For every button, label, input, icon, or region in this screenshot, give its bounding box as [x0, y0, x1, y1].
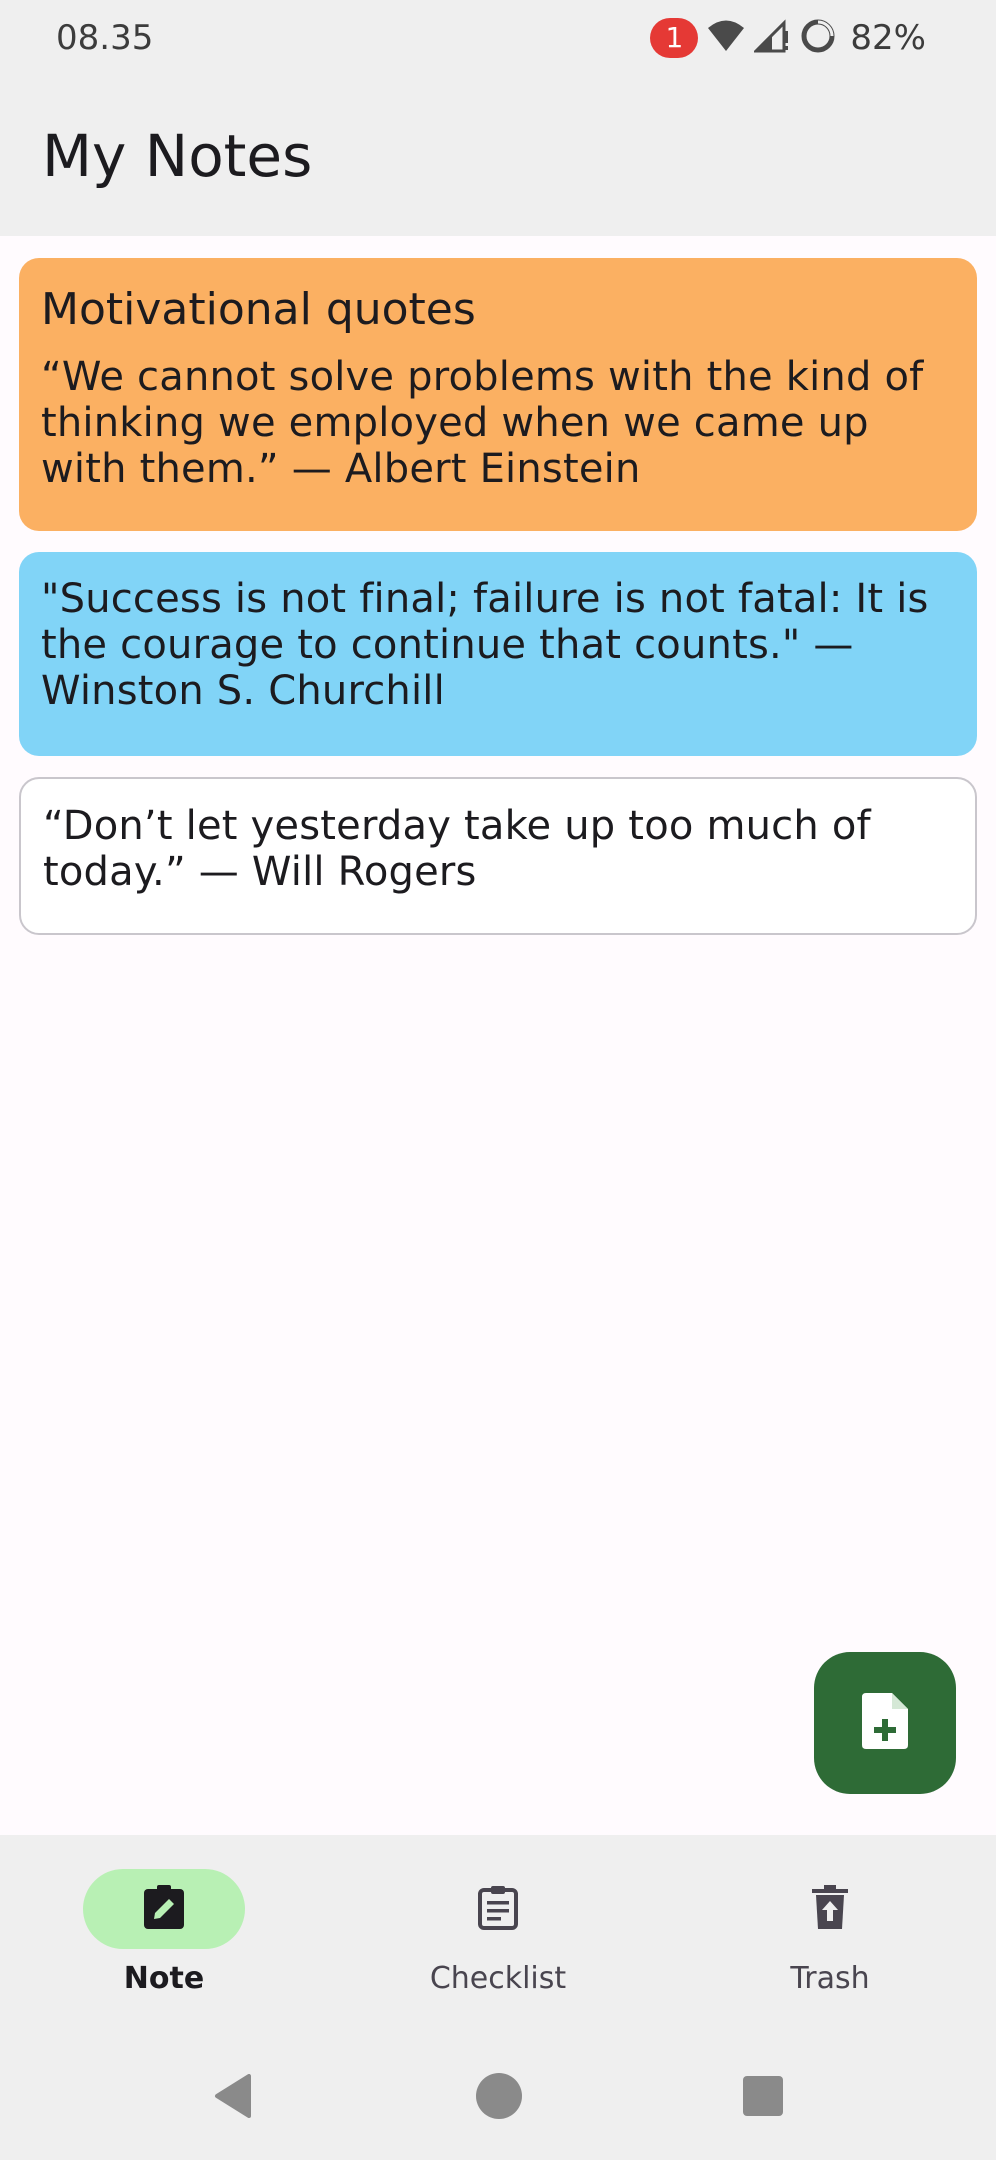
recents-button[interactable] — [738, 2073, 788, 2123]
notification-badge: 1 — [650, 18, 699, 58]
nav-label-trash: Trash — [790, 1961, 870, 1996]
note-card[interactable]: Motivational quotes “We cannot solve pro… — [19, 258, 977, 531]
nav-item-note[interactable]: Note — [44, 1869, 284, 2009]
edit-note-icon — [140, 1883, 188, 1935]
back-button[interactable] — [208, 2073, 258, 2123]
add-note-icon — [862, 1693, 908, 1753]
nav-item-checklist[interactable]: Checklist — [378, 1869, 618, 2009]
home-button[interactable] — [474, 2073, 524, 2123]
wifi-icon — [706, 19, 746, 57]
nav-label-note: Note — [123, 1961, 205, 1996]
bottom-navigation: Note Checklist Trash — [0, 1835, 996, 2035]
note-title: Motivational quotes — [41, 284, 476, 335]
checklist-icon — [474, 1883, 522, 1935]
home-icon — [475, 2072, 523, 2124]
note-body: “We cannot solve problems with the kind … — [41, 354, 924, 492]
note-card[interactable]: "Success is not final; failure is not fa… — [19, 552, 977, 756]
trash-icon — [808, 1883, 852, 1935]
status-time: 08.35 — [56, 18, 154, 58]
battery-saver-icon — [798, 16, 838, 60]
battery-percent: 82% — [850, 18, 926, 58]
note-body: "Success is not final; failure is not fa… — [41, 576, 929, 714]
page-title: My Notes — [42, 122, 313, 190]
recents-icon — [742, 2075, 784, 2121]
status-bar: 08.35 1 82% — [0, 0, 996, 78]
note-card[interactable]: “Don’t let yesterday take up too much of… — [19, 777, 977, 935]
nav-active-indicator — [83, 1869, 245, 1949]
cell-signal-icon — [752, 19, 790, 57]
app-bar: My Notes — [0, 78, 996, 236]
note-body: “Don’t let yesterday take up too much of… — [43, 803, 871, 895]
status-icons: 1 82% — [650, 14, 926, 62]
system-navigation-bar — [0, 2035, 996, 2160]
nav-label-checklist: Checklist — [429, 1961, 567, 1996]
nav-item-trash[interactable]: Trash — [710, 1869, 950, 2009]
add-note-button[interactable] — [814, 1652, 956, 1794]
back-icon — [213, 2074, 253, 2122]
